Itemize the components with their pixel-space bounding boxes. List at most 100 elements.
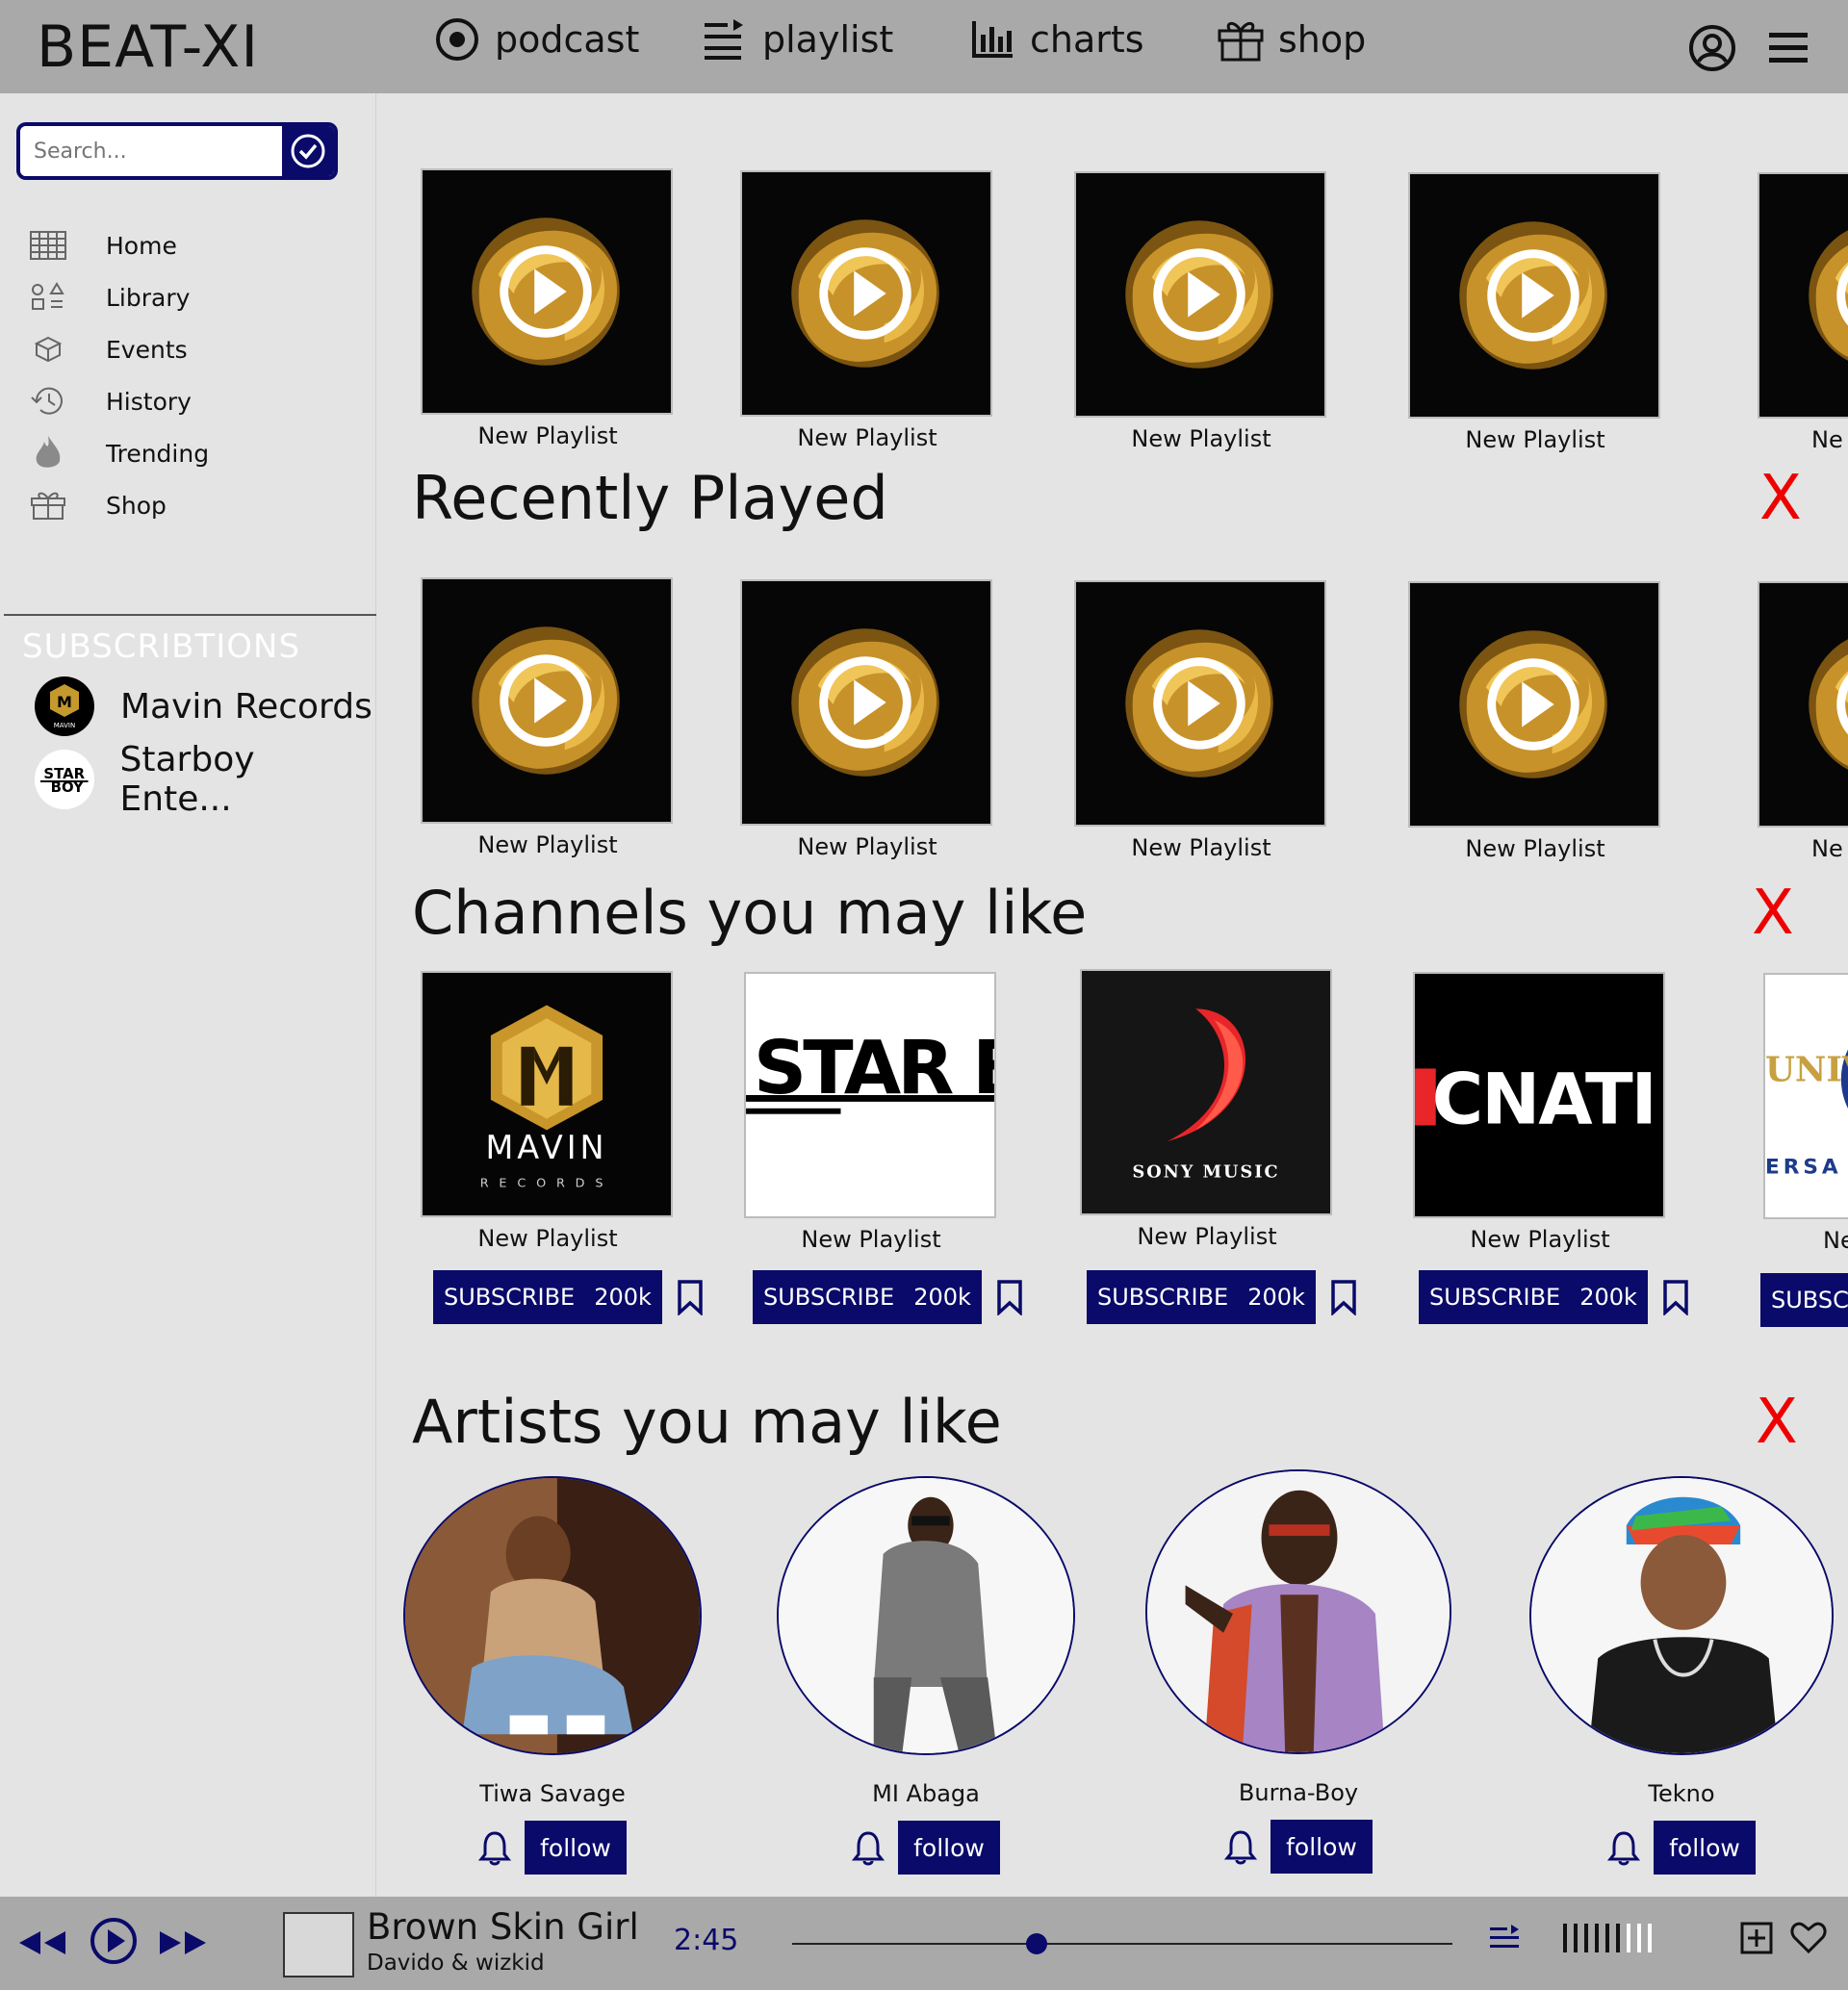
bookmark-icon[interactable]: [676, 1279, 705, 1315]
volume-bar[interactable]: [1627, 1924, 1630, 1952]
playlist-card[interactable]: Ne: [1758, 172, 1848, 453]
close-channels-button[interactable]: X: [1752, 878, 1794, 949]
svg-text:MAVIN: MAVIN: [485, 1129, 607, 1166]
volume-bar[interactable]: [1637, 1924, 1641, 1952]
bookmark-icon[interactable]: [995, 1279, 1024, 1315]
bookmark-icon[interactable]: [1329, 1279, 1358, 1315]
volume-bar[interactable]: [1648, 1924, 1652, 1952]
heart-icon[interactable]: [1790, 1922, 1827, 1954]
subscribe-button[interactable]: SUBSCR: [1760, 1273, 1848, 1327]
progress-track[interactable]: [792, 1943, 1452, 1945]
bell-icon[interactable]: [1224, 1828, 1258, 1865]
account-icon[interactable]: [1687, 23, 1737, 73]
search-button[interactable]: [282, 126, 334, 176]
volume-bar[interactable]: [1574, 1924, 1578, 1952]
channel-logo[interactable]: UNIV ERSA: [1763, 973, 1848, 1219]
search-input[interactable]: [20, 126, 286, 176]
channel-label: New Playlist: [1470, 1226, 1610, 1253]
playlist-card[interactable]: New Playlist: [421, 168, 675, 449]
queue-icon[interactable]: [1488, 1922, 1521, 1954]
nav-charts[interactable]: charts: [968, 15, 1144, 64]
channel-card-starboy[interactable]: STAR BOY New Playlist: [744, 972, 998, 1253]
playlist-cover[interactable]: [740, 170, 992, 417]
rewind-icon[interactable]: [17, 1927, 67, 1958]
sidebar-item-library[interactable]: Library: [27, 278, 190, 317]
volume-bar[interactable]: [1605, 1924, 1609, 1952]
playlist-card[interactable]: Ne: [1758, 581, 1848, 862]
playlist-cover[interactable]: [1758, 172, 1848, 419]
channel-card-cnation[interactable]: CNATI New Playlist: [1413, 972, 1667, 1253]
nav-shop[interactable]: shop: [1217, 15, 1366, 64]
playlist-card[interactable]: New Playlist: [740, 579, 994, 860]
subscribe-button[interactable]: SUBSCRIBE 200k: [1419, 1270, 1648, 1324]
channel-logo[interactable]: MAVIN RECORDS: [421, 971, 673, 1217]
playlist-cover[interactable]: [1074, 171, 1326, 418]
channel-logo[interactable]: CNATI: [1413, 972, 1665, 1218]
subscription-mavin-records[interactable]: M MAVIN Mavin Records: [35, 676, 372, 736]
volume-bar[interactable]: [1584, 1924, 1588, 1952]
sidebar-item-home[interactable]: Home: [27, 226, 177, 265]
sidebar-item-shop[interactable]: Shop: [27, 486, 167, 524]
artist-photo[interactable]: [1529, 1476, 1834, 1755]
playlist-cover[interactable]: [740, 579, 992, 826]
artist-card-burna-boy[interactable]: Burna-Boy follow: [1144, 1469, 1452, 1874]
follow-button[interactable]: follow: [525, 1821, 627, 1875]
menu-icon[interactable]: [1763, 23, 1813, 73]
artist-photo[interactable]: [403, 1476, 702, 1755]
bell-icon[interactable]: [1607, 1829, 1641, 1866]
playlist-card[interactable]: New Playlist: [1408, 581, 1662, 862]
playlist-card[interactable]: New Playlist: [1074, 171, 1328, 452]
add-to-playlist-icon[interactable]: [1740, 1922, 1773, 1954]
subscription-starboy[interactable]: STAR BOY Starboy Ente...: [35, 740, 375, 819]
playlist-cover[interactable]: [1408, 581, 1660, 828]
volume-bar[interactable]: [1563, 1924, 1567, 1952]
playlist-card[interactable]: New Playlist: [1408, 172, 1662, 453]
cnation-logo-icon: CNATI: [1415, 974, 1663, 1216]
playlist-cover[interactable]: [421, 168, 673, 415]
playlist-cover[interactable]: [421, 577, 673, 824]
playlist-card[interactable]: New Playlist: [740, 170, 994, 451]
channel-logo[interactable]: SONY MUSIC: [1080, 969, 1332, 1215]
artist-photo[interactable]: [1145, 1469, 1451, 1754]
nav-podcast[interactable]: podcast: [433, 15, 639, 64]
bookmark-icon[interactable]: [1661, 1279, 1690, 1315]
channel-card-sony[interactable]: SONY MUSIC New Playlist: [1080, 969, 1334, 1250]
channel-card-mavin[interactable]: MAVIN RECORDS New Playlist: [421, 971, 675, 1252]
follow-button[interactable]: follow: [898, 1821, 1000, 1875]
subscription-label: Starboy Ente...: [119, 740, 255, 819]
sidebar-item-history[interactable]: History: [27, 382, 192, 421]
artist-card-mi-abaga[interactable]: MI Abaga follow: [772, 1476, 1080, 1875]
volume-bar[interactable]: [1616, 1924, 1620, 1952]
bell-icon[interactable]: [478, 1829, 512, 1866]
artist-card-tiwa-savage[interactable]: Tiwa Savage follow: [398, 1476, 706, 1875]
follow-button[interactable]: follow: [1654, 1821, 1756, 1875]
subscribe-button[interactable]: SUBSCRIBE 200k: [1087, 1270, 1316, 1324]
sidebar-item-events[interactable]: Events: [27, 330, 188, 369]
volume-bars[interactable]: [1561, 1922, 1663, 1954]
playlist-card[interactable]: New Playlist: [1074, 580, 1328, 861]
artist-photo[interactable]: [777, 1476, 1075, 1755]
album-art-icon: [742, 172, 990, 415]
sidebar-item-label: Library: [106, 283, 191, 312]
volume-bar[interactable]: [1595, 1924, 1599, 1952]
playlist-cover[interactable]: [1408, 172, 1660, 419]
app-logo[interactable]: BEAT-XI: [37, 13, 259, 81]
channel-logo[interactable]: STAR BOY: [744, 972, 996, 1218]
close-artists-button[interactable]: X: [1756, 1387, 1798, 1458]
close-recently-played-button[interactable]: X: [1759, 463, 1802, 534]
album-thumbnail[interactable]: [283, 1912, 354, 1977]
progress-knob[interactable]: [1025, 1933, 1047, 1954]
playlist-cover[interactable]: [1074, 580, 1326, 827]
sidebar-item-trending[interactable]: Trending: [27, 434, 209, 472]
artist-card-tekno[interactable]: Tekno follow: [1527, 1476, 1835, 1875]
play-icon[interactable]: [89, 1916, 139, 1966]
playlist-cover[interactable]: [1758, 581, 1848, 828]
follow-button[interactable]: follow: [1270, 1820, 1373, 1874]
nav-playlist[interactable]: playlist: [701, 15, 893, 64]
playlist-card[interactable]: New Playlist: [421, 577, 675, 858]
channel-card-universal[interactable]: UNIV ERSA Ne: [1763, 973, 1848, 1254]
subscribe-button[interactable]: SUBSCRIBE 200k: [433, 1270, 662, 1324]
bell-icon[interactable]: [852, 1829, 886, 1866]
subscribe-button[interactable]: SUBSCRIBE 200k: [753, 1270, 982, 1324]
fast-forward-icon[interactable]: [158, 1927, 208, 1958]
